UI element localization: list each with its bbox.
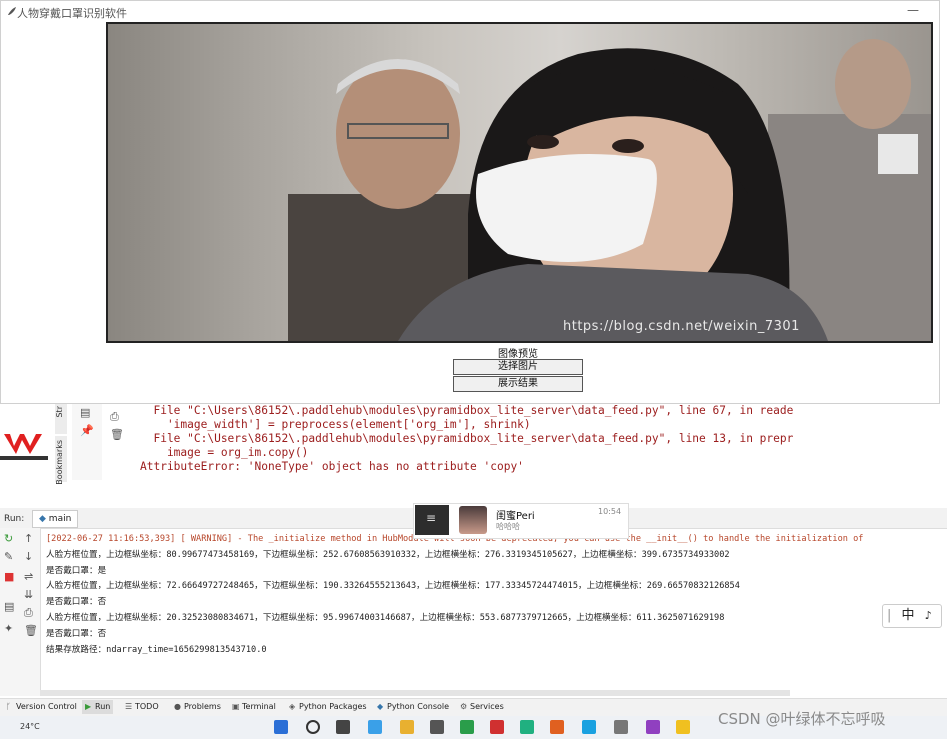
horizontal-scrollbar[interactable]	[40, 690, 790, 696]
console-line: 是否戴口罩：否	[46, 628, 107, 639]
csdn-watermark: CSDN @叶绿体不忘呼吸	[718, 710, 886, 728]
chat-message-preview: 哈哈哈	[496, 522, 520, 531]
face-mask	[476, 154, 657, 262]
qq-icon[interactable]	[582, 720, 596, 734]
ime-mode: 中	[901, 608, 915, 623]
show-result-button[interactable]: 展示结果	[453, 376, 583, 392]
minimize-button[interactable]: —	[907, 3, 921, 17]
console-line: 是否戴口罩：是	[46, 565, 107, 576]
python-icon: ◆	[377, 702, 384, 711]
preview-label: 图像预览	[498, 349, 538, 360]
console-line: 人脸方框位置，上边框纵坐标：80.99677473458169，下边框纵坐标：2…	[46, 549, 730, 560]
weather-widget[interactable]: 24°C	[20, 722, 40, 731]
folder-icon[interactable]	[400, 720, 414, 734]
list-icon: ☰	[125, 702, 133, 711]
rerun-icon[interactable]: ↻	[4, 532, 13, 545]
chat-menu-button[interactable]: ≡	[415, 505, 449, 535]
run-label: Run:	[4, 514, 25, 524]
console-line: 是否戴口罩：否	[46, 597, 107, 608]
avatar	[459, 506, 487, 534]
console-line: 结果存放路径：ndarray_time=1656299813543710.0	[46, 644, 267, 655]
preview-photo	[288, 39, 931, 341]
app-icon[interactable]	[614, 720, 628, 734]
tool-run[interactable]: ▶ Run	[82, 700, 114, 714]
tool-problems[interactable]: ● Problems	[174, 700, 221, 714]
down-arrow-icon[interactable]: ↓	[24, 550, 33, 563]
ide-side-toolbar: ▤ 📌	[72, 404, 102, 480]
run-icon: ▶	[85, 702, 92, 711]
app-icon[interactable]	[676, 720, 690, 734]
bookmarks-tab[interactable]: Bookmarks	[55, 436, 67, 485]
layout-icon[interactable]: ▤	[4, 600, 14, 613]
search-icon[interactable]	[306, 720, 320, 734]
tool-version-control[interactable]: ᚴ Version Control	[6, 700, 77, 714]
structure-icon[interactable]: ▤	[80, 406, 90, 419]
menu-icon: ≡	[426, 511, 437, 525]
ime-indicator[interactable]: | 中 ♪	[882, 604, 942, 628]
store-icon[interactable]	[430, 720, 444, 734]
task-view-icon[interactable]	[336, 720, 350, 734]
image-watermark: https://blog.csdn.net/weixin_7301	[563, 319, 800, 334]
app-logo-icon	[0, 428, 48, 460]
woman-eye-left	[527, 135, 559, 149]
structure-tab[interactable]: Str	[55, 404, 67, 434]
console-output: [2022-06-27 11:16:53,393] [ WARNING] - T…	[46, 532, 863, 658]
problems-icon: ●	[174, 702, 181, 711]
chat-time: 10:54	[598, 507, 622, 516]
tool-python-packages[interactable]: ◈ Python Packages	[289, 700, 367, 714]
wrench-icon[interactable]: ✎	[4, 550, 13, 563]
trace-line: 'image_width'] = preprocess(element['org…	[140, 418, 531, 431]
man-right-paper	[878, 134, 918, 174]
traceback-text: File "C:\Users\86152\.paddlehub\modules\…	[140, 404, 793, 474]
man-left-face	[336, 59, 460, 209]
mask-detection-window: 人物穿戴口罩识别软件 — https://blog.csdn.net/weixi…	[0, 0, 940, 404]
trace-line: File "C:\Users\86152\.paddlehub\modules\…	[140, 404, 794, 417]
ide-side-toolbar-2: ⎙ 🗑	[106, 404, 130, 480]
trace-line: image = org_im.copy()	[140, 446, 309, 459]
ime-settings-icon: ♪	[924, 609, 932, 622]
stop-icon[interactable]: ■	[4, 570, 14, 583]
print-icon[interactable]: ⎙	[24, 606, 33, 620]
pin-icon[interactable]: ✦	[4, 622, 13, 635]
print-icon[interactable]: ⎙	[110, 410, 119, 424]
trace-line: AttributeError: 'NoneType' object has no…	[140, 460, 524, 473]
tool-services[interactable]: ⚙ Services	[460, 700, 504, 714]
branch-icon: ᚴ	[6, 702, 11, 711]
feather-icon	[8, 7, 16, 15]
mail-icon[interactable]	[490, 720, 504, 734]
console-line: 人脸方框位置，上边框纵坐标：20.32523080834671，下边框纵坐标：9…	[46, 612, 725, 623]
app-icon[interactable]	[646, 720, 660, 734]
image-preview: https://blog.csdn.net/weixin_7301	[106, 22, 933, 343]
soft-wrap-icon[interactable]: ⇌	[24, 570, 33, 583]
package-icon: ◈	[289, 702, 296, 711]
run-tab-main[interactable]: ◆ main	[32, 510, 79, 528]
tool-python-console[interactable]: ◆ Python Console	[377, 700, 449, 714]
up-arrow-icon[interactable]: ↑	[24, 532, 33, 545]
run-side-toolbar: ↻ ↑ ✎ ↓ ■ ⇌ ⇊ ▤ ⎙ ✦ 🗑	[0, 528, 41, 696]
terminal-icon: ▣	[232, 702, 240, 711]
chat-contact-name: 闺蜜Peri	[496, 511, 535, 522]
trash-icon[interactable]: 🗑	[24, 624, 38, 637]
pycharm-icon[interactable]	[520, 720, 534, 734]
python-icon: ◆	[39, 514, 46, 524]
window-title: 人物穿戴口罩识别软件	[17, 7, 127, 20]
trash-icon[interactable]: 🗑	[110, 428, 124, 441]
ime-divider: |	[887, 608, 892, 623]
man-right-face	[835, 39, 911, 129]
wechat-icon[interactable]	[460, 720, 474, 734]
tool-todo[interactable]: ☰ TODO	[125, 700, 159, 714]
console-line: 人脸方框位置，上边框纵坐标：72.66649727248465，下边框纵坐标：1…	[46, 581, 740, 592]
run-tab-label: main	[48, 514, 72, 524]
scroll-end-icon[interactable]: ⇊	[24, 588, 33, 601]
app-icon[interactable]	[550, 720, 564, 734]
woman-eye-right	[612, 139, 644, 153]
windows-start-icon[interactable]	[274, 720, 288, 734]
tool-terminal[interactable]: ▣ Terminal	[232, 700, 276, 714]
edge-icon[interactable]	[368, 720, 382, 734]
trace-line: File "C:\Users\86152\.paddlehub\modules\…	[140, 432, 794, 445]
pin-icon[interactable]: 📌	[80, 424, 94, 437]
services-icon: ⚙	[460, 702, 468, 711]
select-image-button[interactable]: 选择图片	[453, 359, 583, 375]
